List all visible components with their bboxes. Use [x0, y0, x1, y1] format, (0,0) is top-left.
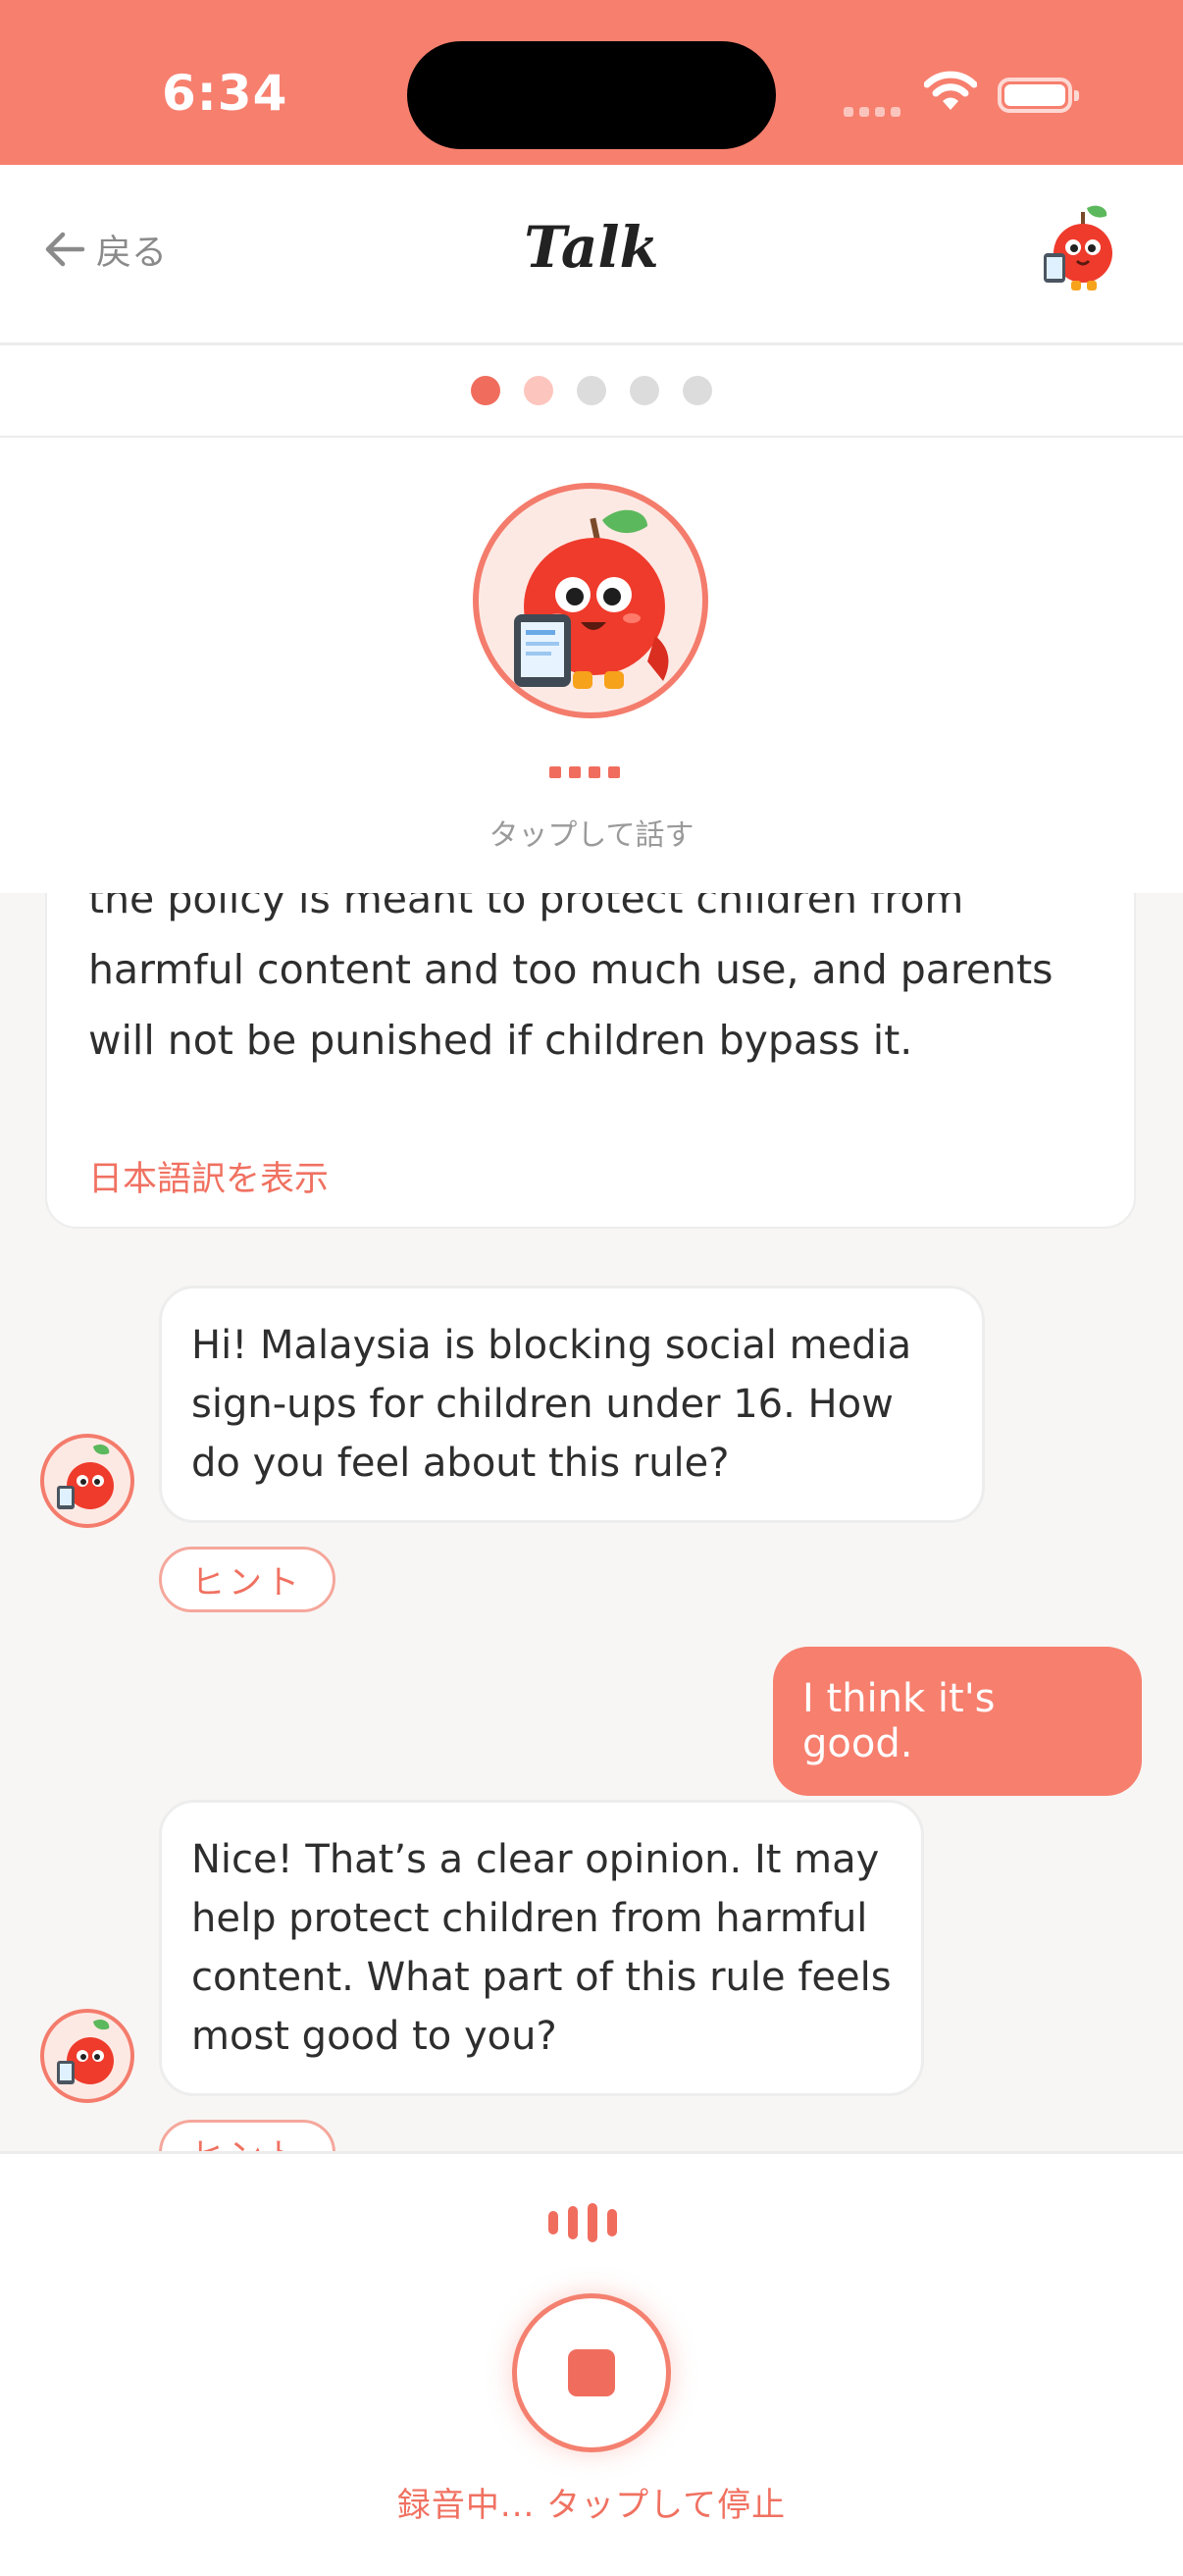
status-bar: 6:34: [0, 0, 1183, 165]
stop-recording-button[interactable]: [512, 2293, 671, 2452]
user-message-text: I think it's good.: [802, 1676, 996, 1766]
apple-mascot-icon[interactable]: [1038, 202, 1120, 300]
progress-dot-4: [630, 376, 659, 405]
bot-avatar: [39, 1433, 135, 1533]
bot-message-text: Hi! Malaysia is blocking social media si…: [191, 1323, 912, 1486]
progress-dot-1: [471, 376, 500, 405]
wifi-icon: [923, 71, 978, 116]
page-title: Talk: [524, 214, 659, 281]
bot-message-text: Nice! That’s a clear opinion. It may hel…: [191, 1837, 892, 2059]
hint-button[interactable]: ヒント: [159, 2120, 335, 2151]
stop-icon: [568, 2349, 615, 2396]
dynamic-island: [407, 41, 776, 149]
header: 戻る Talk: [0, 165, 1183, 345]
bot-message-bubble: Nice! That’s a clear opinion. It may hel…: [159, 1800, 924, 2096]
bot-avatar: [39, 2008, 135, 2108]
battery-icon: [998, 78, 1079, 113]
progress-dot-3: [577, 376, 606, 405]
recording-bar: 録音中... タップして停止: [0, 2151, 1183, 2576]
user-message-bubble: I think it's good.: [773, 1647, 1142, 1796]
status-time: 6:34: [162, 65, 288, 122]
apple-mascot-icon[interactable]: [473, 483, 708, 718]
waveform-icon: [548, 2203, 617, 2242]
progress-indicator: [0, 345, 1183, 438]
show-translation-link[interactable]: 日本語訳を表示: [88, 1151, 329, 1201]
hint-button[interactable]: ヒント: [159, 1547, 335, 1612]
bot-message-bubble: Hi! Malaysia is blocking social media si…: [159, 1286, 985, 1523]
typing-indicator: [549, 766, 620, 778]
avatar-panel: タップして話す: [0, 438, 1183, 893]
recording-status: 録音中... タップして停止: [396, 2486, 787, 2525]
signal-icon: [844, 102, 906, 121]
tap-to-talk-hint: タップして話す: [489, 818, 694, 853]
progress-dot-5: [683, 376, 712, 405]
progress-dot-2: [524, 376, 553, 405]
